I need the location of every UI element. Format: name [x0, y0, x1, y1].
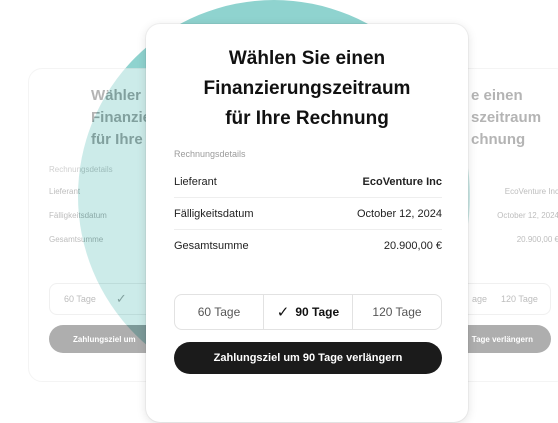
ghost-right-row-value: 20.900,00 € — [516, 235, 558, 244]
option-90-days[interactable]: ✓ 90 Tage — [263, 295, 352, 329]
ghost-right-title: e einen szeitraum chnung — [471, 85, 558, 151]
option-120-days[interactable]: 120 Tage — [352, 295, 441, 329]
ghost-right-option: 120 Tage — [501, 294, 538, 304]
dialog-title: Wählen Sie einen Finanzierungszeitraum f… — [146, 44, 468, 134]
supplier-row: Lieferant EcoVenture Inc — [174, 166, 442, 198]
option-120-days-label: 120 Tage — [372, 305, 422, 319]
check-icon: ✓ — [276, 304, 290, 321]
ghost-left-row-label: Lieferant — [49, 187, 81, 196]
term-selector: 60 Tage ✓ 90 Tage 120 Tage — [174, 294, 442, 330]
total-row: Gesamtsumme 20.900,00 € — [174, 230, 442, 262]
option-90-days-label: 90 Tage — [295, 305, 340, 319]
due-date-row: Fälligkeitsdatum October 12, 2024 — [174, 198, 442, 230]
check-icon: ✓ — [115, 291, 127, 306]
dialog-title-line-1: Wählen Sie einen — [228, 48, 386, 69]
supplier-label: Lieferant — [174, 175, 217, 188]
option-60-days[interactable]: 60 Tage — [175, 295, 263, 329]
ghost-left-section-label: Rechnungsdetails — [49, 165, 113, 174]
due-date-label: Fälligkeitsdatum — [174, 207, 254, 220]
dialog-title-line-2: Finanzierungszeitraum — [203, 78, 411, 99]
ghost-left-row-label: Fälligkeitsdatum — [49, 211, 107, 220]
invoice-details-label: Rechnungsdetails — [174, 149, 246, 159]
financing-period-dialog: Wählen Sie einen Finanzierungszeitraum f… — [146, 24, 468, 422]
ghost-right-title-line-2: szeitraum — [471, 109, 542, 126]
ghost-left-option: 60 Tage — [64, 294, 96, 304]
ghost-right-row-value: EcoVenture Inc — [504, 187, 558, 196]
ghost-right-title-line-3: chnung — [471, 131, 526, 148]
supplier-value: EcoVenture Inc — [362, 175, 442, 188]
ghost-right-title-line-1: e einen — [471, 87, 523, 104]
ghost-right-option-partial: age — [472, 294, 488, 304]
ghost-right-row-value: October 12, 2024 — [497, 211, 558, 220]
total-label: Gesamtsumme — [174, 240, 249, 252]
due-date-value: October 12, 2024 — [356, 207, 442, 220]
extend-payment-term-button[interactable]: Zahlungsziel um 90 Tage verlängern — [174, 342, 442, 374]
dialog-title-line-3: für Ihre Rechnung — [225, 108, 389, 129]
total-value: 20.900,00 € — [383, 240, 442, 252]
option-60-days-label: 60 Tage — [197, 305, 241, 319]
ghost-left-row-label: Gesamtsumme — [49, 235, 104, 244]
